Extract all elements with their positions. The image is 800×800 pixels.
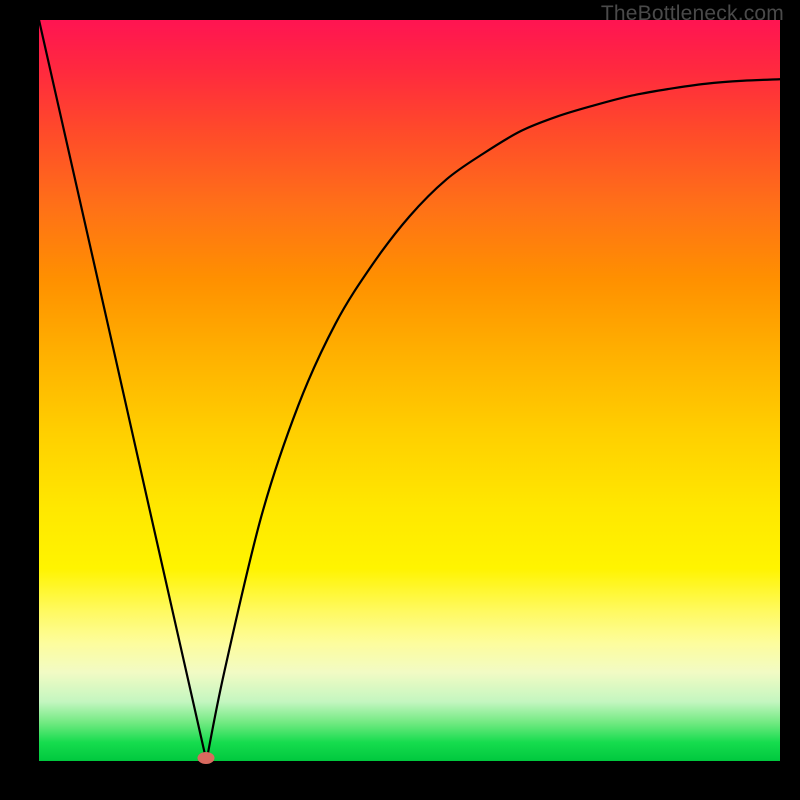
chart-frame: TheBottleneck.com: [0, 0, 800, 800]
plot-area: [39, 20, 780, 761]
bottleneck-curve: [39, 20, 780, 761]
minimum-marker: [198, 752, 215, 764]
watermark-label: TheBottleneck.com: [601, 2, 784, 26]
